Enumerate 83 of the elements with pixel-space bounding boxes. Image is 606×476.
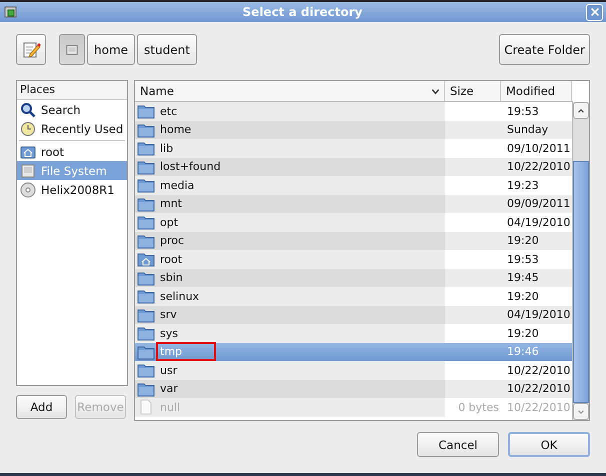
scroll-down-button[interactable] <box>573 403 589 420</box>
file-name: opt <box>159 214 180 230</box>
file-name: lib <box>159 140 174 156</box>
folder-icon <box>137 306 155 323</box>
folder-icon <box>137 103 155 120</box>
harddisk-icon <box>20 162 36 178</box>
folder-icon <box>137 177 155 194</box>
close-button[interactable] <box>586 4 603 20</box>
folder-icon <box>137 270 155 286</box>
folder-icon <box>137 196 155 212</box>
file-name: null <box>159 400 182 415</box>
file-name: home <box>159 122 192 138</box>
path-button[interactable]: home <box>87 34 136 65</box>
file-name: srv <box>159 307 178 322</box>
modified-date: 19:53 <box>507 252 539 266</box>
create-folder-button[interactable]: Create Folder <box>499 34 590 65</box>
folder-icon <box>137 232 155 249</box>
home-folder-icon <box>137 251 155 268</box>
modified-date: 19:20 <box>507 234 539 248</box>
modified-date: 10/22/2010 <box>507 382 570 396</box>
app-icon <box>3 4 19 20</box>
file-name: usr <box>159 362 178 378</box>
file-name: root <box>159 252 184 267</box>
column-header[interactable]: Modified <box>501 81 572 101</box>
path-button[interactable] <box>59 34 85 65</box>
pencil-note-icon <box>21 40 41 60</box>
place-item[interactable]: Recently Used <box>17 119 127 138</box>
clock-icon <box>20 120 36 136</box>
modified-date: 09/09/2011 <box>507 197 570 210</box>
file-name: mnt <box>159 196 183 212</box>
modified-date: 19:46 <box>507 345 539 358</box>
folder-icon <box>137 288 155 304</box>
scrollbar-thumb[interactable] <box>573 161 589 403</box>
file-name: var <box>159 381 179 396</box>
folder-icon <box>137 380 155 397</box>
modified-date: 19:23 <box>507 178 539 192</box>
place-item[interactable]: root <box>17 142 127 161</box>
modified-date: 10/22/2010 <box>507 160 570 174</box>
modified-date: 09/10/2011 <box>507 142 570 155</box>
column-header[interactable]: Name <box>135 81 445 101</box>
place-item[interactable]: Helix2008R1 <box>17 180 127 199</box>
dialog-button[interactable]: OK <box>508 432 590 457</box>
modified-date: Sunday <box>507 123 548 136</box>
file-name: proc <box>159 233 186 248</box>
disc-icon <box>20 182 36 198</box>
modified-date: 19:20 <box>507 326 539 340</box>
modified-date: 19:53 <box>507 104 539 118</box>
folder-icon <box>137 122 155 138</box>
file-name: sys <box>159 326 179 341</box>
modified-date: 04/19/2010 <box>507 308 570 322</box>
folder-icon <box>137 325 155 342</box>
column-header[interactable]: Size <box>445 81 501 101</box>
modified-date: 04/19/2010 <box>507 216 570 229</box>
folder-icon <box>137 158 155 175</box>
folder-icon <box>137 344 155 360</box>
file-name: lost+found <box>159 159 222 174</box>
search-icon <box>20 102 36 118</box>
dialog-button[interactable]: Cancel <box>417 432 499 457</box>
harddisk-icon <box>65 42 79 56</box>
file-name: tmp <box>158 344 214 360</box>
file-name: sbin <box>159 270 184 286</box>
modified-date: 10/22/2010 <box>507 364 570 377</box>
home-folder-icon <box>20 144 36 160</box>
place-item[interactable]: Search <box>17 100 127 119</box>
file-name: media <box>159 178 196 193</box>
folder-icon <box>137 140 155 156</box>
edit-location-button[interactable] <box>16 34 46 65</box>
file-name: etc <box>159 104 178 119</box>
folder-icon <box>137 362 155 378</box>
modified-date: 19:45 <box>507 271 539 284</box>
file-name: selinux <box>159 288 200 304</box>
scroll-up-button[interactable] <box>573 102 589 119</box>
sort-icon <box>431 86 440 96</box>
modified-date: 19:20 <box>507 290 539 303</box>
place-action-button[interactable]: Add <box>16 395 67 419</box>
file-size: 0 bytes <box>458 400 499 414</box>
path-button[interactable]: student <box>137 34 197 65</box>
scrollbar[interactable] <box>572 102 589 420</box>
close-icon <box>588 6 600 18</box>
column-header: Places <box>17 81 127 100</box>
modified-date: 10/22/2010 <box>507 400 570 414</box>
window-title: Select a directory <box>242 5 364 19</box>
folder-icon <box>137 214 155 230</box>
